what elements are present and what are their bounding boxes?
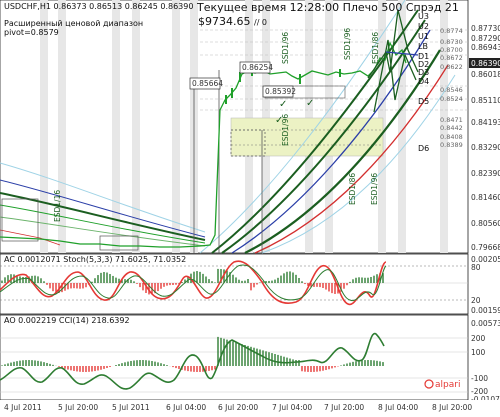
time-axis: 4 Jul 2011 5 Jul 20:00 5 Jul 2011 6 Jul … — [0, 400, 500, 413]
svg-text:100: 100 — [471, 348, 486, 357]
svg-text:0.85392: 0.85392 — [265, 87, 296, 96]
svg-text:7 Jul 04:00: 7 Jul 04:00 — [272, 403, 312, 412]
svg-text:0.80560: 0.80560 — [471, 219, 500, 228]
balance: $9734.65 — [198, 15, 251, 28]
current-price-label: 0.86390 — [471, 59, 500, 68]
svg-text:0.8672: 0.8672 — [440, 54, 463, 62]
svg-text:ESD1/86: ESD1/86 — [371, 32, 380, 64]
cci-axis: 0.00573 200 100 -100 -200 -0.01077 — [471, 319, 500, 404]
main-price-axis: 0.87730 0.87290 0.86943 0.86390 0.86018 … — [469, 24, 500, 252]
faint-level-values: 0.8774 0.8730 0.8700 0.8672 0.8622 0.854… — [440, 27, 463, 149]
svg-text:8 Jul 20:00: 8 Jul 20:00 — [432, 403, 472, 412]
svg-text:LB: LB — [418, 42, 428, 51]
svg-text:ESD1/86: ESD1/86 — [348, 173, 357, 205]
pivot-label: pivot=0.8579 — [4, 28, 59, 37]
svg-text:0.84193: 0.84193 — [471, 118, 500, 127]
svg-text:5 Jul 2011: 5 Jul 2011 — [112, 403, 150, 412]
svg-text:0.82390: 0.82390 — [471, 169, 500, 178]
svg-text:0.8442: 0.8442 — [440, 124, 463, 132]
svg-text:0.8774: 0.8774 — [440, 27, 463, 35]
svg-text:5 Jul 20:00: 5 Jul 20:00 — [58, 403, 98, 412]
stoch-axis: 0.00205 80 20 0.00159 — [471, 255, 500, 315]
symbol-line: USDCHF,H1 0.86373 0.86513 0.86245 0.8639… — [4, 2, 193, 11]
svg-text:0.86254: 0.86254 — [242, 63, 273, 72]
stoch-panel[interactable]: AC 0.0012071 Stoch(5,3,3) 71.6025, 71.03… — [0, 253, 500, 315]
svg-text:8 Jul 04:00: 8 Jul 04:00 — [378, 403, 418, 412]
svg-text:-100: -100 — [471, 374, 488, 383]
trading-terminal-chart: ✓ ✓ ✓ USDCHF,H1 0.86373 0.86513 0.86245 … — [0, 0, 500, 413]
svg-text:alpari: alpari — [435, 380, 460, 390]
svg-text:0.8524: 0.8524 — [440, 95, 463, 103]
svg-text:0.8389: 0.8389 — [440, 141, 463, 149]
svg-text:4 Jul 2011: 4 Jul 2011 — [4, 403, 42, 412]
svg-text:200: 200 — [471, 334, 486, 343]
svg-text:U2: U2 — [418, 22, 429, 31]
svg-text:0.8700: 0.8700 — [440, 46, 463, 54]
svg-text:✓: ✓ — [306, 98, 314, 109]
svg-text:20: 20 — [471, 296, 481, 305]
cci-header: AO 0.002219 CCI(14) 218.6392 — [4, 316, 130, 325]
svg-text:0.00159: 0.00159 — [471, 306, 500, 315]
svg-text:0.87730: 0.87730 — [471, 24, 500, 33]
svg-text:6 Jul 04:00: 6 Jul 04:00 — [166, 403, 206, 412]
svg-text:0.85110: 0.85110 — [471, 96, 500, 105]
svg-text:ESD1/96: ESD1/96 — [370, 173, 379, 205]
chart-svg: ✓ ✓ ✓ USDCHF,H1 0.86373 0.86513 0.86245 … — [0, 0, 500, 413]
svg-text:80: 80 — [471, 263, 481, 272]
main-price-panel[interactable]: ✓ ✓ ✓ — [0, 0, 469, 254]
svg-text:0.83290: 0.83290 — [471, 143, 500, 152]
svg-text:6 Jul 20:00: 6 Jul 20:00 — [218, 403, 258, 412]
svg-text:0.8471: 0.8471 — [440, 116, 463, 124]
svg-text:0.81460: 0.81460 — [471, 193, 500, 202]
svg-text:7 Jul 20:00: 7 Jul 20:00 — [324, 403, 364, 412]
svg-text:SSD1/96: SSD1/96 — [281, 32, 290, 64]
svg-text:D4: D4 — [418, 77, 429, 86]
svg-text:ESD1/16: ESD1/16 — [53, 190, 62, 222]
svg-text:0.85664: 0.85664 — [192, 79, 223, 88]
svg-text:0.86018: 0.86018 — [471, 70, 500, 79]
svg-text:0.8730: 0.8730 — [440, 38, 463, 46]
svg-text:SSD1/96: SSD1/96 — [343, 28, 352, 60]
range-label: Расширенный ценовой диапазон — [4, 19, 143, 28]
svg-text:0.00573: 0.00573 — [471, 319, 500, 328]
svg-text:0.79668: 0.79668 — [471, 243, 500, 252]
price-range-zone — [230, 117, 384, 157]
svg-text:D5: D5 — [418, 97, 429, 106]
cci-panel[interactable]: AO 0.002219 CCI(14) 218.6392 0.00573 200… — [0, 314, 500, 404]
svg-text:0.8546: 0.8546 — [440, 86, 463, 94]
stoch-header: AC 0.0012071 Stoch(5,3,3) 71.6025, 71.03… — [4, 255, 186, 264]
svg-text:U1: U1 — [418, 32, 429, 41]
svg-text:0.8408: 0.8408 — [440, 133, 463, 141]
svg-text:U3: U3 — [418, 12, 429, 21]
svg-text:0.87290: 0.87290 — [471, 34, 500, 43]
svg-text:0.8622: 0.8622 — [440, 63, 463, 71]
svg-text:D3: D3 — [418, 68, 429, 77]
svg-text:D6: D6 — [418, 144, 429, 153]
slash-zero: // 0 — [254, 18, 267, 27]
svg-text:✓: ✓ — [279, 99, 287, 110]
svg-text:0.86943: 0.86943 — [471, 43, 500, 52]
svg-text:ESD1/96: ESD1/96 — [281, 114, 290, 146]
